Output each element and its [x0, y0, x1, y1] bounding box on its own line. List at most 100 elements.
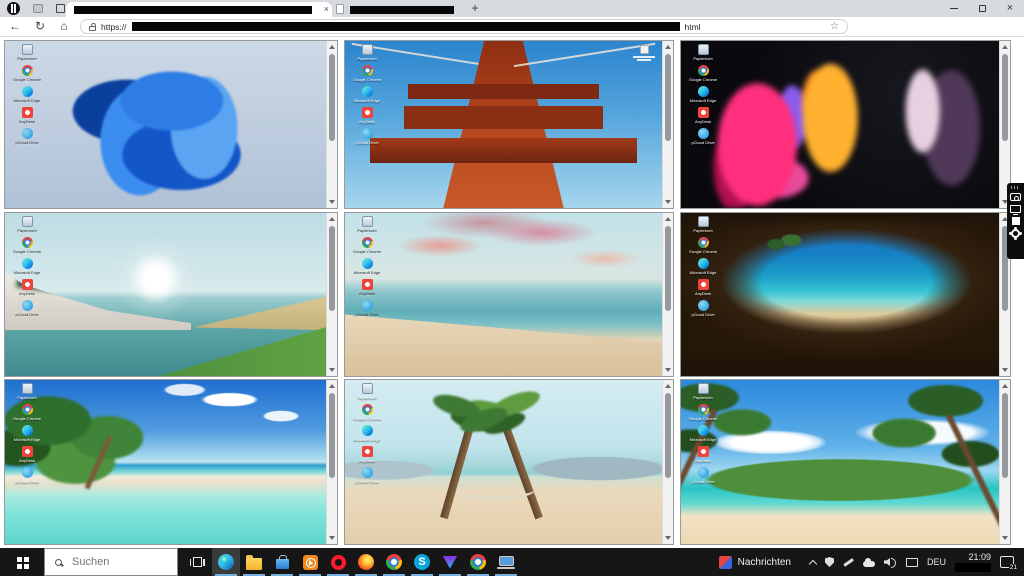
cell-scrollbar[interactable]	[662, 41, 673, 208]
action-center-icon[interactable]: 21	[1000, 556, 1014, 568]
news-button[interactable]: Nachrichten	[719, 556, 791, 569]
scroll-up-icon[interactable]	[1000, 380, 1010, 392]
onedrive-cloud-icon[interactable]	[863, 561, 875, 567]
desktop-icon-anydesk[interactable]: AnyDesk	[684, 446, 722, 463]
taskbar-app-laptop[interactable]	[492, 548, 520, 576]
search-input[interactable]	[70, 555, 160, 569]
remote-desktop-3[interactable]: PapierkorbGoogle ChromeMicrosoft EdgeAny…	[680, 40, 1011, 209]
scroll-thumb[interactable]	[665, 54, 671, 141]
scroll-down-icon[interactable]	[327, 532, 337, 544]
cell-scrollbar[interactable]	[326, 41, 337, 208]
scroll-up-icon[interactable]	[327, 213, 337, 225]
desktop-icon-recycle-bin[interactable]: Papierkorb	[8, 383, 46, 400]
favorite-star-icon[interactable]: ☆	[830, 21, 839, 32]
desktop-icon-edge[interactable]: Microsoft Edge	[8, 258, 46, 275]
address-bar[interactable]: https:// html ☆	[80, 19, 848, 34]
volume-icon[interactable]	[884, 557, 897, 567]
desktop-icon-edge[interactable]: Microsoft Edge	[8, 86, 46, 103]
desktop-icon-recycle-bin[interactable]: Papierkorb	[348, 216, 386, 233]
desktop-icon-edge[interactable]: Microsoft Edge	[684, 258, 722, 275]
tab-active[interactable]: ×	[66, 2, 332, 17]
cell-scrollbar[interactable]	[662, 213, 673, 376]
chevron-up-icon[interactable]	[809, 559, 817, 567]
corner-shortcut-icon[interactable]	[631, 45, 657, 61]
tab-actions-icon[interactable]	[56, 4, 65, 13]
desktop-icon-chrome[interactable]: Google Chrome	[684, 237, 722, 254]
desktop-icon-chrome[interactable]: Google Chrome	[348, 237, 386, 254]
scroll-up-icon[interactable]	[663, 41, 673, 53]
tab-inactive[interactable]	[334, 2, 462, 17]
desktop-icon-chrome[interactable]: Google Chrome	[8, 65, 46, 82]
task-view-button[interactable]	[182, 548, 212, 576]
desktop-icon-pcloud[interactable]: pCloud Drive	[684, 300, 722, 317]
back-button[interactable]: ←	[6, 17, 24, 36]
desktop-icon-edge[interactable]: Microsoft Edge	[348, 86, 386, 103]
start-button[interactable]	[0, 548, 44, 576]
desktop-icon-edge[interactable]: Microsoft Edge	[348, 258, 386, 275]
stop-square-icon[interactable]	[1012, 217, 1020, 225]
scroll-up-icon[interactable]	[1000, 41, 1010, 53]
remote-desktop-2[interactable]: PapierkorbGoogle ChromeMicrosoft EdgeAny…	[344, 40, 674, 209]
defender-shield-icon[interactable]	[825, 557, 834, 567]
scroll-up-icon[interactable]	[663, 213, 673, 225]
desktop-icon-anydesk[interactable]: AnyDesk	[348, 279, 386, 296]
close-window-button[interactable]: ×	[996, 0, 1024, 16]
scroll-up-icon[interactable]	[663, 380, 673, 392]
remote-desktop-5[interactable]: Papierkorb Google Chrome Microsoft Edge Any…	[344, 212, 674, 377]
desktop-icon-pcloud[interactable]: pCloud Drive	[8, 300, 46, 317]
scroll-thumb[interactable]	[665, 393, 671, 478]
remote-desktop-9[interactable]: PapierkorbGoogle ChromeMicrosoft EdgeAny…	[680, 379, 1011, 545]
scroll-up-icon[interactable]	[327, 380, 337, 392]
scroll-thumb[interactable]	[1002, 393, 1008, 478]
desktop-icon-anydesk[interactable]: AnyDesk	[348, 446, 386, 463]
desktop-icon-anydesk[interactable]: AnyDesk	[348, 107, 386, 124]
cell-scrollbar[interactable]	[326, 380, 337, 544]
desktop-icon-anydesk[interactable]: AnyDesk	[8, 446, 46, 463]
close-tab-icon[interactable]: ×	[324, 3, 329, 16]
workspaces-icon[interactable]	[33, 4, 43, 13]
desktop-icon-anydesk[interactable]: AnyDesk	[8, 279, 46, 296]
scroll-down-icon[interactable]	[1000, 532, 1010, 544]
desktop-icon-anydesk[interactable]: AnyDesk	[8, 107, 46, 124]
display-network-icon[interactable]	[906, 558, 918, 567]
desktop-icon-edge[interactable]: Microsoft Edge	[684, 86, 722, 103]
desktop-icon-chrome[interactable]: Google Chrome	[684, 404, 722, 421]
scroll-thumb[interactable]	[1002, 54, 1008, 141]
remote-desktop-4[interactable]: PapierkorbGoogle ChromeMicrosoft EdgeAny…	[4, 212, 338, 377]
desktop-icon-anydesk[interactable]: AnyDesk	[684, 279, 722, 296]
desktop-icon-recycle-bin[interactable]: Papierkorb	[684, 383, 722, 400]
desktop-icon-pcloud[interactable]: pCloud Drive	[8, 467, 46, 484]
scroll-down-icon[interactable]	[663, 364, 673, 376]
scroll-down-icon[interactable]	[663, 196, 673, 208]
scroll-thumb[interactable]	[329, 54, 335, 141]
scroll-down-icon[interactable]	[663, 532, 673, 544]
desktop-icon-chrome[interactable]: Google Chrome	[348, 65, 386, 82]
keyboard-language[interactable]: DEU	[927, 557, 946, 567]
desktop-icon-recycle-bin[interactable]: Papierkorb	[8, 44, 46, 61]
cell-scrollbar[interactable]	[662, 380, 673, 544]
scroll-thumb[interactable]	[329, 226, 335, 311]
desktop-icon-pcloud[interactable]: pCloud Drive	[348, 300, 386, 317]
scroll-down-icon[interactable]	[1000, 364, 1010, 376]
desktop-icon-chrome[interactable]: Google Chrome	[348, 404, 386, 421]
desktop-icon-chrome[interactable]: Google Chrome	[8, 404, 46, 421]
home-button[interactable]: ⌂	[55, 17, 73, 36]
desktop-icon-recycle-bin[interactable]: Papierkorb	[684, 216, 722, 233]
cell-scrollbar[interactable]	[326, 213, 337, 376]
camera-icon[interactable]	[1010, 193, 1021, 201]
desktop-icon-edge[interactable]: Microsoft Edge	[8, 425, 46, 442]
desktop-icon-chrome[interactable]: Google Chrome	[8, 237, 46, 254]
browser-logo-icon[interactable]	[7, 2, 20, 15]
taskbar-search[interactable]	[44, 548, 178, 576]
scroll-thumb[interactable]	[665, 226, 671, 311]
desktop-icon-chrome[interactable]: Google Chrome	[684, 65, 722, 82]
taskbar-app-edge[interactable]	[212, 548, 240, 576]
desktop-icon-pcloud[interactable]: pCloud Drive	[8, 128, 46, 145]
taskbar-app-triangle[interactable]	[436, 548, 464, 576]
new-tab-button[interactable]: +	[468, 0, 482, 16]
taskbar-app-chrome[interactable]	[380, 548, 408, 576]
remote-desktop-8[interactable]: PapierkorbGoogle ChromeMicrosoft EdgeAny…	[344, 379, 674, 545]
scroll-down-icon[interactable]	[327, 196, 337, 208]
desktop-icon-edge[interactable]: Microsoft Edge	[348, 425, 386, 442]
taskbar-app-explorer[interactable]	[240, 548, 268, 576]
